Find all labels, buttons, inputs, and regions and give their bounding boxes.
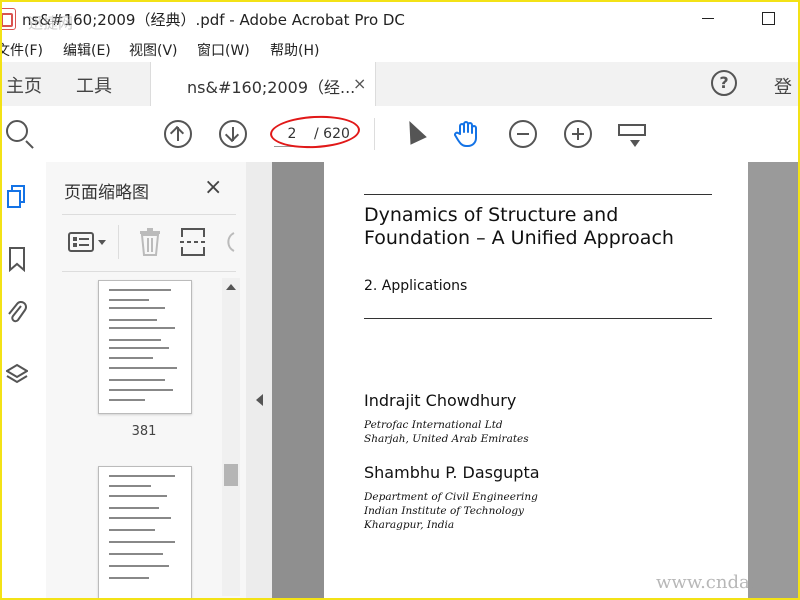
author-affiliation: Petrofac International Ltd bbox=[364, 419, 503, 431]
thumbnails-panel: 页面缩略图 × 381 bbox=[46, 162, 246, 598]
menu-edit[interactable]: 编辑(E) bbox=[63, 40, 111, 60]
author-name: Indrajit Chowdhury bbox=[364, 391, 517, 410]
page-thumbnail[interactable] bbox=[98, 466, 192, 598]
hand-icon[interactable] bbox=[454, 120, 480, 148]
attachment-icon[interactable] bbox=[6, 300, 28, 326]
help-icon[interactable]: ? bbox=[711, 70, 737, 96]
tool-divider bbox=[118, 225, 119, 259]
page-thumbnail[interactable] bbox=[98, 280, 192, 414]
close-panel-icon[interactable]: × bbox=[204, 175, 222, 200]
panel-title: 页面缩略图 bbox=[64, 183, 149, 203]
menu-view[interactable]: 视图(V) bbox=[129, 40, 178, 60]
author-affiliation: Department of Civil Engineering bbox=[364, 491, 538, 503]
scroll-up-icon[interactable] bbox=[226, 284, 236, 290]
author-affiliation: Sharjah, United Arab Emirates bbox=[364, 433, 529, 445]
maximize-button[interactable] bbox=[738, 2, 798, 36]
trash-icon[interactable] bbox=[138, 227, 162, 257]
window-title: ns&#160;2009（经典）.pdf - Adobe Acrobat Pro… bbox=[22, 11, 405, 29]
toolbar-separator bbox=[374, 118, 375, 150]
watermark-top: 迅捷网 bbox=[28, 14, 74, 32]
pages-icon[interactable] bbox=[6, 184, 28, 210]
watermark-bottom: www.cndao. bbox=[656, 572, 766, 593]
title-bar: ns&#160;2009（经典）.pdf - Adobe Acrobat Pro… bbox=[2, 2, 798, 36]
panel-toolbar bbox=[62, 214, 236, 272]
menu-help[interactable]: 帮助(H) bbox=[270, 40, 319, 60]
document-subtitle: 2. Applications bbox=[364, 278, 468, 294]
toolbar bbox=[2, 106, 798, 163]
title-rule-bottom bbox=[364, 318, 712, 319]
panel-collapse-handle[interactable] bbox=[246, 162, 272, 598]
tab-document[interactable]: ns&#160;2009（经... × bbox=[150, 62, 376, 106]
tab-tools[interactable]: 工具 bbox=[76, 72, 112, 98]
document-view[interactable]: Dynamics of Structure and Foundation – A… bbox=[272, 162, 798, 598]
document-scroll-gutter[interactable] bbox=[748, 162, 798, 598]
document-tab-label: ns&#160;2009（经... bbox=[187, 78, 356, 97]
window-controls bbox=[678, 2, 798, 36]
acrobat-window: ns&#160;2009（经典）.pdf - Adobe Acrobat Pro… bbox=[0, 0, 800, 600]
collapse-left-icon[interactable] bbox=[256, 394, 263, 406]
thumbnails-scrollbar[interactable] bbox=[222, 278, 240, 596]
acrobat-app-icon bbox=[2, 8, 16, 30]
extract-icon[interactable] bbox=[180, 227, 206, 257]
zoom-in-icon[interactable] bbox=[564, 120, 592, 148]
title-rule-top bbox=[364, 194, 712, 195]
sign-in-button[interactable]: 登 bbox=[774, 73, 792, 99]
tab-home[interactable]: 主页 bbox=[6, 72, 42, 98]
menu-bar: 文件(F) 编辑(E) 视图(V) 窗口(W) 帮助(H) bbox=[2, 36, 798, 62]
tab-bar: 主页 工具 ns&#160;2009（经... × ? 登 bbox=[2, 62, 798, 107]
close-tab-icon[interactable]: × bbox=[353, 74, 366, 93]
author-affiliation: Indian Institute of Technology bbox=[364, 505, 524, 517]
thumbnail-page-label: 381 bbox=[131, 424, 157, 439]
menu-window[interactable]: 窗口(W) bbox=[197, 40, 250, 60]
document-title: Dynamics of Structure and Foundation – A… bbox=[364, 204, 674, 249]
marquee-icon[interactable] bbox=[618, 124, 646, 147]
rotate-icon[interactable] bbox=[218, 229, 236, 255]
author-affiliation: Kharagpur, India bbox=[364, 519, 455, 531]
author-name: Shambhu P. Dasgupta bbox=[364, 463, 540, 482]
scrollbar-thumb[interactable] bbox=[224, 464, 238, 486]
minimize-button[interactable] bbox=[678, 2, 738, 36]
layers-icon[interactable] bbox=[6, 362, 28, 388]
arrow-down-icon[interactable] bbox=[219, 120, 247, 148]
arrow-up-icon[interactable] bbox=[164, 120, 192, 148]
zoom-out-icon[interactable] bbox=[509, 120, 537, 148]
pdf-page: Dynamics of Structure and Foundation – A… bbox=[324, 162, 748, 598]
bookmark-icon[interactable] bbox=[6, 246, 28, 272]
search-icon[interactable] bbox=[6, 120, 28, 142]
options-icon[interactable] bbox=[68, 231, 108, 255]
menu-file[interactable]: 文件(F) bbox=[2, 40, 43, 60]
navigation-rail bbox=[2, 162, 47, 598]
